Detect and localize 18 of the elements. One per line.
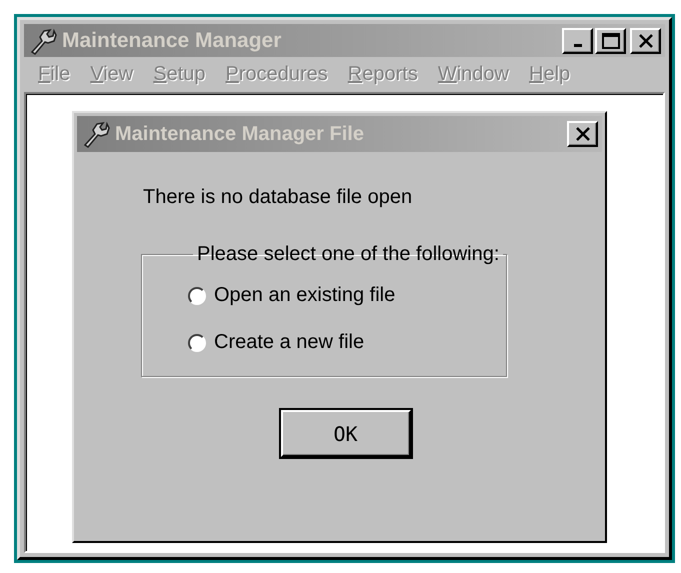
close-button[interactable]	[567, 121, 598, 147]
window-title: Maintenance Manager File	[115, 122, 365, 146]
maximize-button[interactable]	[595, 28, 626, 54]
minimize-button[interactable]	[562, 28, 593, 54]
ok-button[interactable]: OK	[280, 410, 410, 457]
radio-button[interactable]	[188, 334, 206, 352]
close-icon	[574, 127, 590, 141]
radio-option[interactable]: Open an existing file	[188, 284, 506, 307]
message-text: There is no database file open	[143, 186, 414, 209]
close-button[interactable]	[630, 28, 661, 54]
radio-button[interactable]	[188, 286, 206, 304]
radio-option[interactable]: Create a new file	[188, 331, 506, 354]
close-icon	[638, 34, 654, 48]
maximize-icon	[602, 32, 620, 48]
window-title: Maintenance Manager	[62, 28, 282, 52]
wrench-icon	[81, 119, 111, 149]
group-label: Please select one of the following:	[196, 243, 500, 266]
minimize-icon	[574, 44, 582, 47]
